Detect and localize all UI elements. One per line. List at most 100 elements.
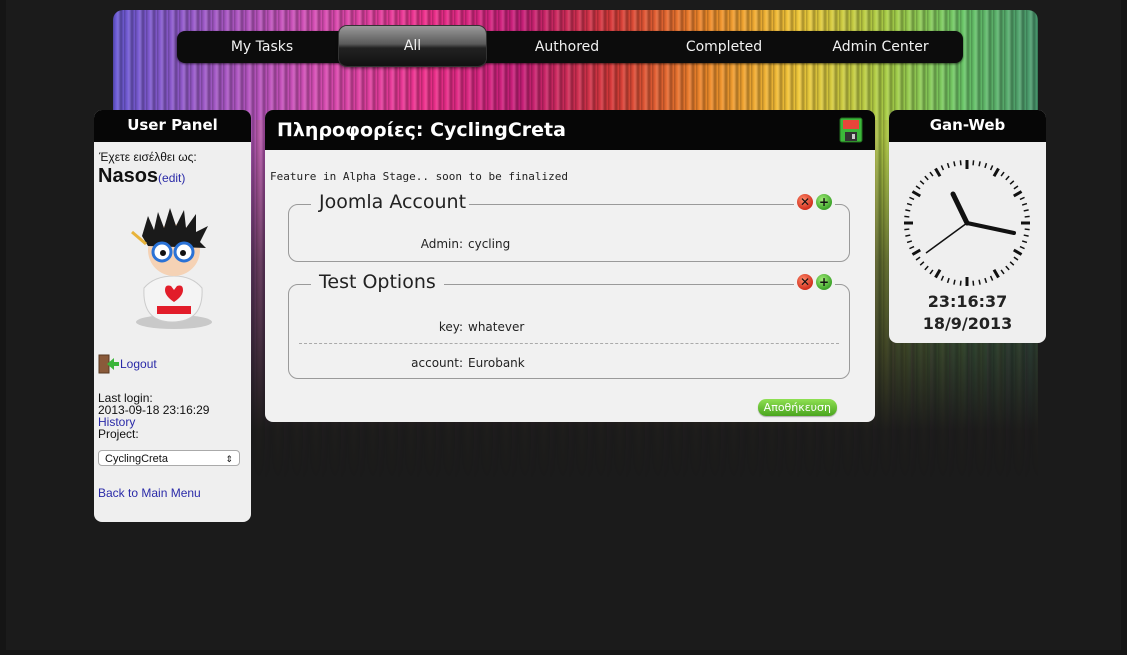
nav-completed[interactable]: Completed — [674, 31, 774, 63]
clock-tick — [929, 269, 934, 275]
clock-tick — [909, 245, 915, 250]
group-legend: Joomla Account — [311, 191, 475, 213]
clock-tick — [929, 171, 934, 177]
main-panel: Πληροφορίες: CyclingCreta Feature in Alp… — [265, 110, 875, 422]
clock-tick — [1013, 185, 1019, 190]
page-title: Πληροφορίες: CyclingCreta — [277, 119, 566, 141]
save-button[interactable]: Αποθήκευση — [757, 399, 837, 416]
clock-tick — [978, 161, 981, 167]
clock-tick — [972, 280, 975, 286]
field-key: Admin: — [420, 237, 463, 251]
clock-tick — [940, 165, 945, 171]
clock-panel: Gan-Web 23:16:37 18/9/2013 — [889, 110, 1046, 343]
clock-tick — [919, 261, 925, 266]
clock-panel-title: Gan-Web — [889, 110, 1046, 142]
clock-tick — [978, 279, 981, 285]
nav-all[interactable]: All — [339, 26, 486, 66]
clock-tick — [959, 160, 962, 166]
clock-tick — [1000, 171, 1005, 177]
group-legend: Test Options — [311, 271, 444, 293]
clock-tick — [906, 202, 913, 206]
logout-door-icon — [98, 354, 119, 374]
clock-tick — [911, 248, 921, 256]
username: Nasos(edit) — [98, 165, 185, 188]
second-hand — [925, 222, 968, 254]
nav-my-tasks[interactable]: My Tasks — [217, 31, 307, 63]
clock-tick — [992, 269, 1000, 279]
field-key: key: — [438, 320, 463, 334]
clock-date-text: 18/9/2013 — [922, 314, 1013, 333]
remove-group-icon[interactable]: ✕ — [797, 274, 813, 290]
clock-tick — [905, 234, 911, 237]
clock-tick — [934, 269, 942, 279]
clock-time-text: 23:16:37 — [927, 292, 1008, 311]
clock-tick — [1021, 202, 1028, 206]
clock-tick — [924, 175, 929, 181]
clock-tick — [992, 167, 1000, 177]
clock-tick — [915, 185, 921, 190]
user-panel: User Panel Έχετε εισέλθει ως: Nasos(edit… — [94, 110, 251, 522]
clock-tick — [919, 180, 925, 185]
clock-tick — [1000, 269, 1005, 275]
analog-clock — [904, 160, 1030, 286]
joomla-account-group: Joomla Account ✕ + Admin: cycling — [288, 191, 850, 262]
add-field-icon[interactable]: + — [816, 274, 832, 290]
clock-tick — [1019, 245, 1025, 250]
clock-tick — [1023, 234, 1029, 237]
clock-tick — [934, 167, 942, 177]
field-key: account: — [411, 356, 463, 370]
clock-tick — [940, 275, 945, 281]
clock-tick — [1005, 265, 1010, 271]
legend-rule — [525, 284, 789, 285]
username-text: Nasos — [98, 165, 159, 187]
back-to-main-menu-link[interactable]: Back to Main Menu — [98, 486, 201, 500]
clock-tick — [1013, 248, 1023, 256]
top-nav: My Tasks All Authored Completed Admin Ce… — [177, 26, 963, 66]
field-value[interactable]: cycling — [468, 237, 510, 251]
clock-tick — [905, 209, 911, 212]
user-avatar — [131, 208, 212, 329]
clock-tick — [1009, 180, 1015, 185]
clock-tick — [924, 265, 929, 271]
clock-tick — [1024, 215, 1030, 218]
clock-tick — [984, 162, 988, 169]
group-actions: ✕ + — [794, 274, 835, 290]
field-value[interactable]: Eurobank — [468, 356, 525, 370]
clock-tick — [984, 277, 988, 284]
project-select[interactable]: CyclingCreta ⇕ — [98, 450, 240, 466]
row-divider — [299, 343, 839, 344]
clock-tick — [953, 161, 956, 167]
clock-tick — [911, 190, 921, 198]
minute-hand — [965, 221, 1016, 235]
clock-tick — [1005, 175, 1010, 181]
add-field-icon[interactable]: + — [816, 194, 832, 210]
clock-tick — [1024, 228, 1030, 231]
logout-label[interactable]: Logout — [120, 357, 157, 371]
logout-link[interactable]: Logout — [98, 354, 157, 374]
save-floppy-icon[interactable] — [839, 117, 863, 143]
last-login-block: Last login: 2013-09-18 23:16:29 History … — [98, 392, 209, 440]
project-label: Project: — [98, 427, 139, 441]
legend-rule — [469, 204, 789, 205]
edit-profile-link[interactable]: (edit) — [158, 171, 185, 185]
clock-tick — [972, 160, 975, 166]
clock-tick — [953, 279, 956, 285]
main-panel-header: Πληροφορίες: CyclingCreta — [265, 110, 875, 150]
clock-tick — [1019, 196, 1025, 201]
hour-hand — [950, 191, 970, 226]
clock-tick — [1009, 261, 1015, 266]
nav-authored[interactable]: Authored — [522, 31, 612, 63]
clock-tick — [1013, 190, 1023, 198]
select-arrows-icon: ⇕ — [225, 454, 233, 464]
test-options-group: Test Options ✕ + key: whatever account: … — [288, 271, 850, 379]
user-panel-title: User Panel — [94, 110, 251, 142]
group-actions: ✕ + — [794, 194, 835, 210]
clock-tick — [1013, 256, 1019, 261]
clock-tick — [1021, 240, 1028, 244]
nav-admin-center[interactable]: Admin Center — [823, 31, 938, 63]
field-value[interactable]: whatever — [468, 320, 524, 334]
clock-tick — [904, 215, 910, 218]
clock-tick — [989, 165, 994, 171]
logged-in-as-label: Έχετε εισέλθει ως: — [99, 150, 197, 164]
remove-group-icon[interactable]: ✕ — [797, 194, 813, 210]
